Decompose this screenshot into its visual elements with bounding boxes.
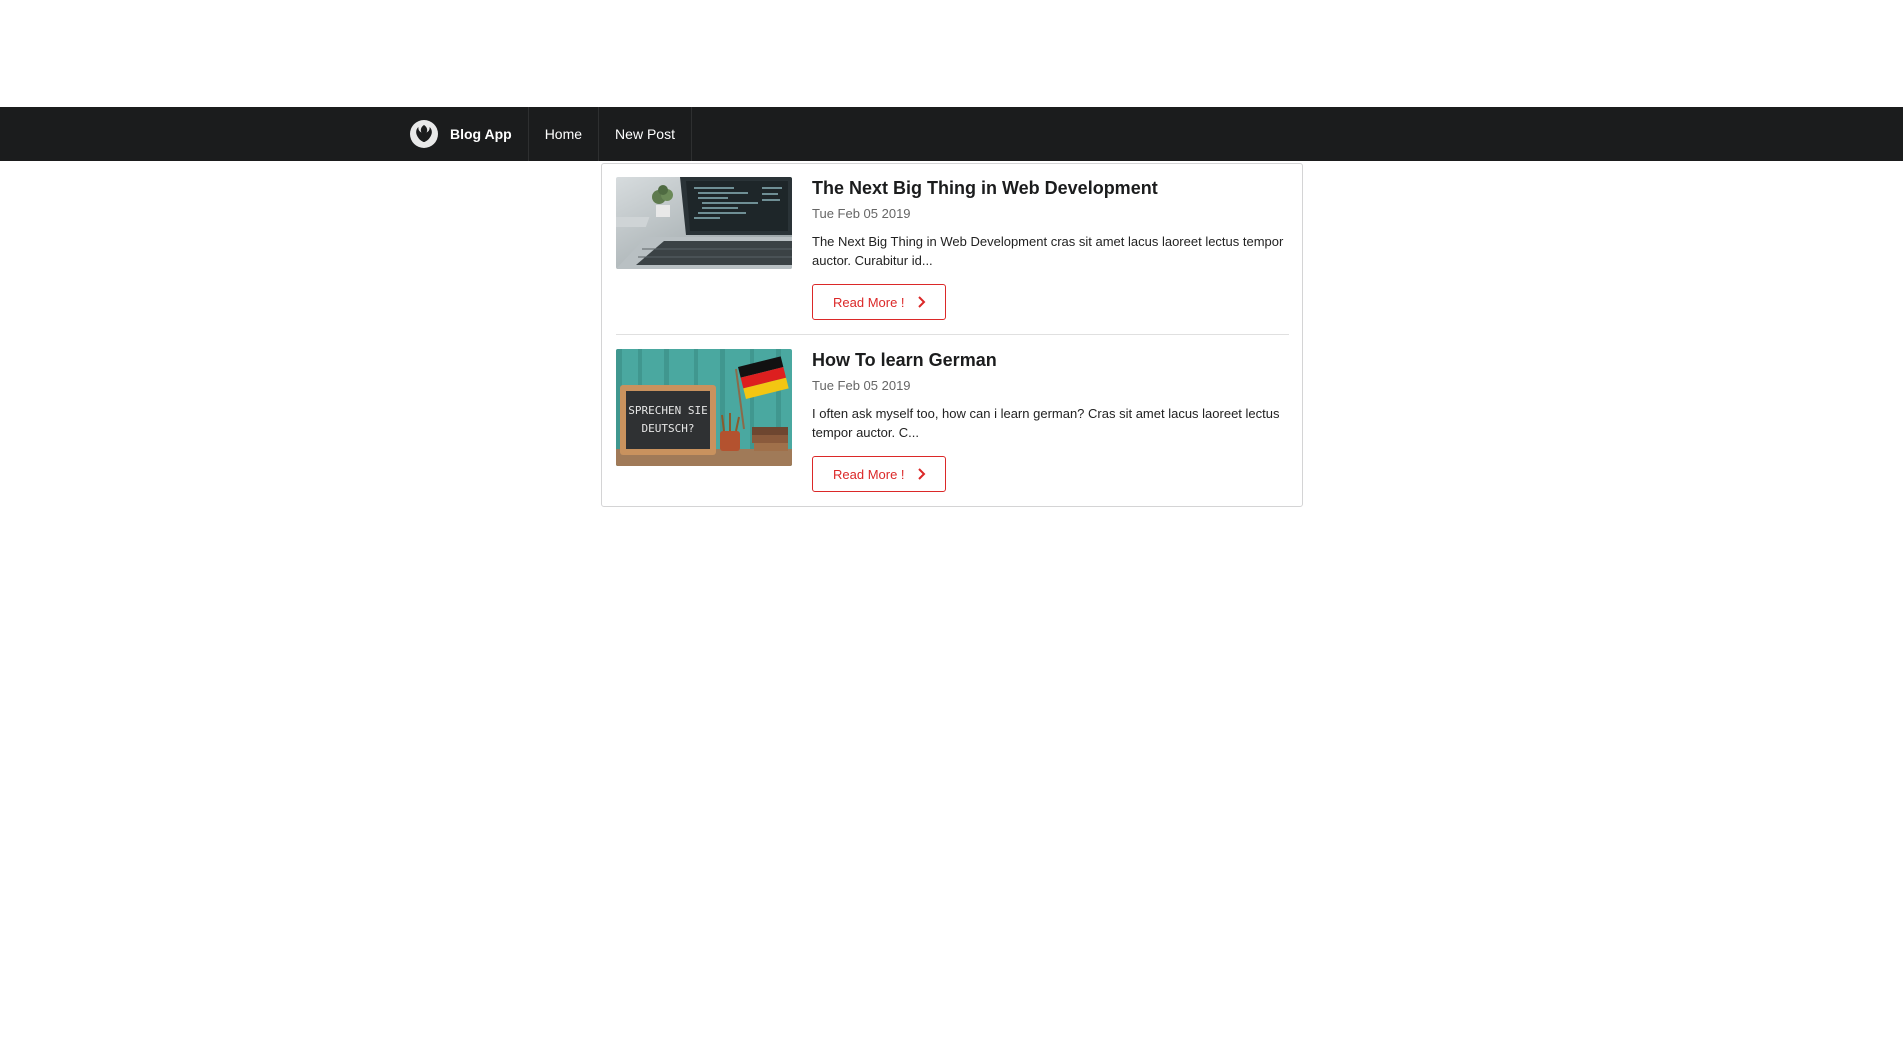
post-title[interactable]: How To learn German: [812, 349, 1289, 371]
top-navbar: Blog App Home New Post: [0, 107, 1903, 161]
post-title[interactable]: The Next Big Thing in Web Development: [812, 177, 1289, 199]
brand-link[interactable]: Blog App: [394, 107, 529, 161]
read-more-button[interactable]: Read More !: [812, 456, 946, 492]
chalk-text-line-2: DEUTSCH?: [642, 422, 695, 435]
post-thumbnail-german[interactable]: SPRECHEN SIE DEUTSCH?: [616, 349, 792, 466]
brand-label: Blog App: [450, 126, 512, 142]
nav-item-home[interactable]: Home: [529, 107, 600, 161]
read-more-label: Read More !: [833, 294, 905, 310]
post-thumbnail-laptop[interactable]: [616, 177, 792, 269]
post-excerpt: The Next Big Thing in Web Development cr…: [812, 234, 1284, 268]
chevron-right-icon: [917, 468, 927, 480]
post-date: Tue Feb 05 2019: [812, 206, 911, 221]
post-excerpt: I often ask myself too, how can i learn …: [812, 406, 1280, 440]
read-more-button[interactable]: Read More !: [812, 284, 946, 320]
chalk-text-line-1: SPRECHEN SIE: [628, 404, 707, 417]
post-divider: [616, 334, 1289, 335]
rebel-alliance-icon: [410, 120, 438, 148]
chevron-right-icon: [917, 296, 927, 308]
list-item: The Next Big Thing in Web Development Tu…: [616, 177, 1289, 335]
read-more-label: Read More !: [833, 466, 905, 482]
post-list: The Next Big Thing in Web Development Tu…: [601, 163, 1303, 507]
post-content: How To learn German Tue Feb 05 2019 I of…: [812, 349, 1289, 442]
post-date: Tue Feb 05 2019: [812, 378, 911, 393]
navbar-menu: Blog App Home New Post: [394, 107, 692, 161]
list-item: SPRECHEN SIE DEUTSCH? How To learn Germa…: [616, 349, 1289, 507]
nav-item-new-post[interactable]: New Post: [599, 107, 692, 161]
post-content: The Next Big Thing in Web Development Tu…: [812, 177, 1289, 270]
